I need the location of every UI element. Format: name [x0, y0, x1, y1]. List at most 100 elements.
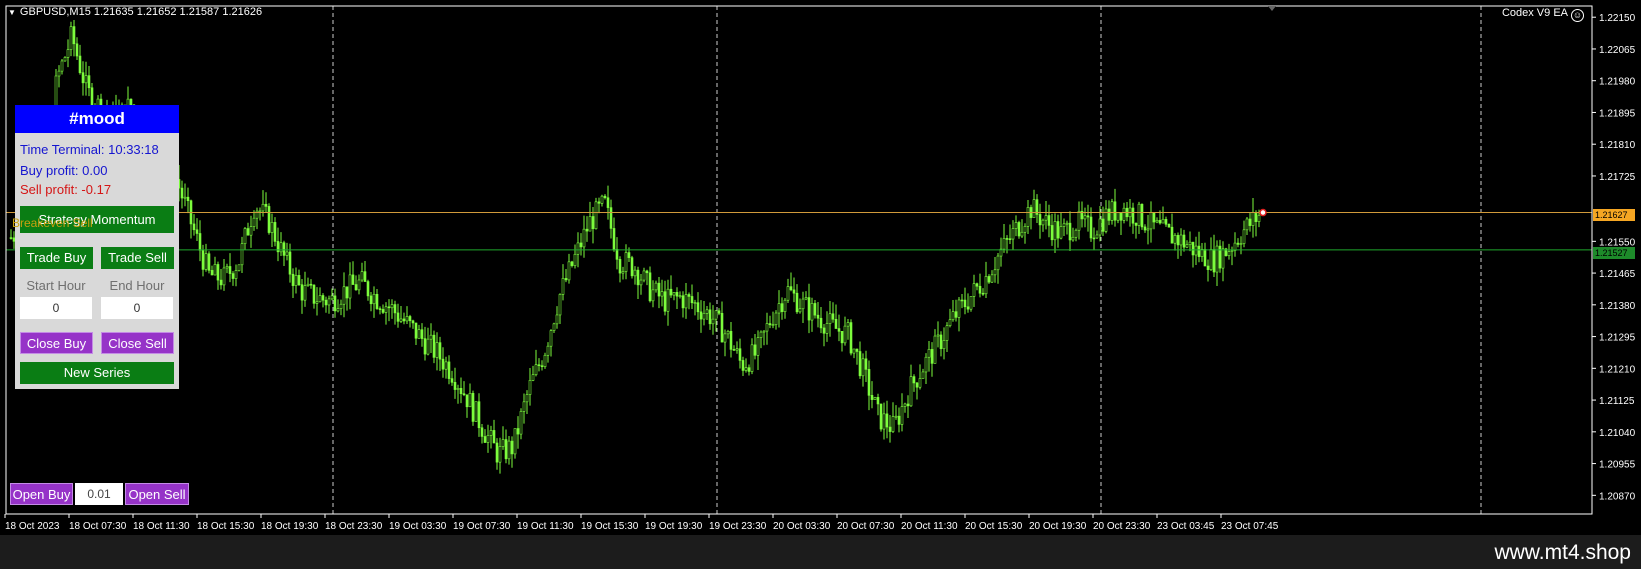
- candle-body: [1221, 248, 1225, 269]
- candle-body: [666, 288, 670, 312]
- candle-body: [960, 299, 964, 302]
- candle-body: [645, 270, 649, 274]
- candle-body: [213, 264, 217, 276]
- end-hour-input[interactable]: [101, 297, 173, 319]
- candle-body: [546, 345, 550, 356]
- candle-body: [1002, 238, 1006, 250]
- candle-body: [705, 309, 709, 314]
- candle-body: [243, 228, 247, 245]
- trade-buy-button[interactable]: Trade Buy: [20, 247, 93, 269]
- smiley-icon[interactable]: ☺: [1571, 9, 1584, 22]
- candle-body: [267, 206, 271, 233]
- y-tick-label: 1.22065: [1599, 45, 1636, 56]
- candle-body: [315, 301, 319, 304]
- candle-body: [534, 364, 538, 376]
- candle-body: [333, 295, 337, 312]
- candle-body: [198, 233, 202, 251]
- candle-body: [633, 269, 637, 277]
- candle-body: [399, 318, 403, 322]
- y-tick-label: 1.21895: [1599, 108, 1636, 119]
- candle-body: [942, 340, 946, 350]
- candle-body: [270, 222, 274, 233]
- x-tick-label: 20 Oct 03:30: [773, 521, 831, 532]
- candle-body: [1251, 212, 1255, 226]
- trade-sell-button[interactable]: Trade Sell: [101, 247, 174, 269]
- candle-body: [1167, 223, 1171, 228]
- candle-body: [747, 367, 751, 372]
- candle-body: [453, 382, 457, 390]
- candle-body: [507, 440, 511, 460]
- dropdown-triangle-icon[interactable]: ▼: [8, 8, 16, 17]
- open-buy-button[interactable]: Open Buy: [10, 483, 73, 505]
- candle-body: [861, 358, 865, 377]
- candle-body: [390, 304, 394, 309]
- start-hour-label: Start Hour: [26, 278, 86, 293]
- breakeven-sell-label: Breakeven Sell: [12, 216, 93, 230]
- candle-body: [987, 276, 991, 283]
- candle-body: [759, 331, 763, 338]
- candle-body: [969, 296, 973, 310]
- candle-body: [774, 312, 778, 325]
- candle-body: [1134, 222, 1138, 226]
- candle-body: [1008, 238, 1012, 240]
- candle-body: [306, 283, 310, 286]
- candle-body: [1146, 228, 1150, 231]
- close-sell-button[interactable]: Close Sell: [101, 332, 174, 354]
- start-hour-input[interactable]: [20, 297, 92, 319]
- candle-body: [192, 223, 196, 231]
- candle-body: [1188, 241, 1192, 245]
- candle-body: [492, 430, 496, 444]
- candle-body: [1230, 250, 1234, 252]
- candle-body: [87, 75, 91, 89]
- candle-body: [75, 43, 79, 57]
- candle-body: [228, 266, 232, 274]
- candle-body: [984, 276, 988, 295]
- candle-body: [504, 439, 508, 460]
- candle-body: [1044, 215, 1048, 221]
- close-buy-button[interactable]: Close Buy: [20, 332, 93, 354]
- candle-body: [813, 303, 817, 316]
- candle-body: [663, 291, 667, 312]
- candle-body: [906, 403, 910, 407]
- candle-body: [234, 270, 238, 279]
- candle-body: [1161, 218, 1165, 224]
- open-sell-button[interactable]: Open Sell: [125, 483, 189, 505]
- candle-body: [435, 342, 439, 358]
- candle-body: [852, 348, 856, 354]
- candle-body: [1107, 208, 1111, 221]
- candle-body: [225, 266, 229, 269]
- candle-body: [1113, 201, 1117, 221]
- candle-body: [486, 435, 490, 443]
- candle-body: [579, 242, 583, 248]
- lot-size-input[interactable]: [75, 483, 123, 505]
- candle-body: [261, 203, 265, 212]
- candle-body: [1005, 238, 1009, 240]
- candle-body: [855, 348, 859, 352]
- x-tick-label: 18 Oct 15:30: [197, 521, 255, 532]
- candle-body: [690, 296, 694, 304]
- candle-body: [612, 228, 616, 250]
- candle-body: [1014, 222, 1018, 229]
- candle-body: [606, 197, 610, 208]
- price-chart[interactable]: 1.22150 1.22065 1.21980 1.21895 1.21810 1.217…: [0, 0, 1641, 535]
- candle-body: [684, 294, 688, 309]
- candle-body: [69, 26, 73, 50]
- candle-body: [501, 439, 505, 447]
- sell-profit-text: Sell profit: -0.17: [20, 182, 112, 197]
- candle-body: [1026, 207, 1030, 227]
- candle-body: [918, 378, 922, 388]
- candle-body: [720, 313, 724, 343]
- candle-body: [9, 237, 13, 239]
- candle-body: [687, 294, 691, 297]
- x-tick-label: 20 Oct 11:30: [901, 521, 958, 532]
- candle-body: [924, 356, 928, 373]
- candle-body: [636, 269, 640, 286]
- candle-body: [474, 401, 478, 422]
- candle-body: [417, 329, 421, 339]
- new-series-button[interactable]: New Series: [20, 362, 174, 384]
- candle-body: [966, 306, 970, 310]
- candle-body: [1011, 228, 1015, 240]
- candle-body: [939, 334, 943, 350]
- candle-body: [834, 318, 838, 329]
- candle-body: [282, 242, 286, 256]
